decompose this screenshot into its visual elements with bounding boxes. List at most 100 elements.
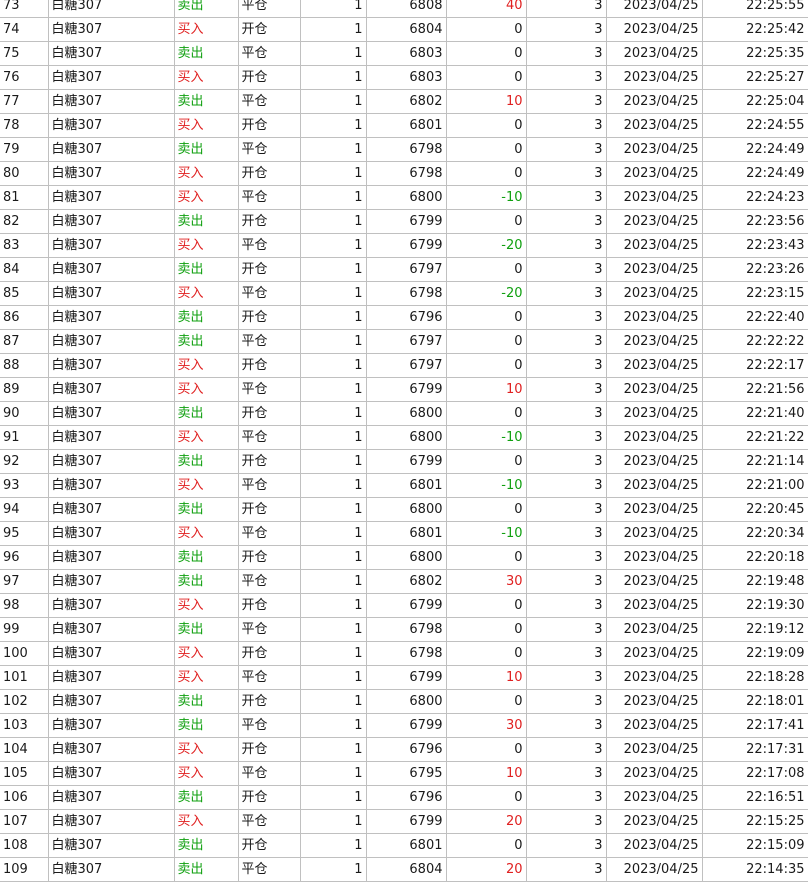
table-row[interactable]: 104 白糖307 买入 开仓 1 6796 0 3 2023/04/25 22… [0, 737, 808, 762]
table-row[interactable]: 84 白糖307 卖出 开仓 1 6797 0 3 2023/04/25 22:… [0, 257, 808, 282]
table-row[interactable]: 82 白糖307 卖出 开仓 1 6799 0 3 2023/04/25 22:… [0, 209, 808, 234]
table-row[interactable]: 100 白糖307 买入 开仓 1 6798 0 3 2023/04/25 22… [0, 641, 808, 666]
trade-records-grid[interactable]: 73 白糖307 卖出 平仓 1 6808 40 3 2023/04/25 22… [0, 0, 808, 882]
contract-name: 白糖307 [48, 281, 175, 306]
time-cell: 22:21:00 [702, 473, 808, 498]
table-row[interactable]: 102 白糖307 卖出 开仓 1 6800 0 3 2023/04/25 22… [0, 689, 808, 714]
date-cell: 2023/04/25 [606, 17, 703, 42]
profit-loss-cell: 0 [446, 617, 527, 642]
open-close-cell: 平仓 [238, 569, 301, 594]
table-row[interactable]: 103 白糖307 卖出 平仓 1 6799 30 3 2023/04/25 2… [0, 713, 808, 738]
row-index: 85 [0, 281, 49, 306]
contract-name: 白糖307 [48, 641, 175, 666]
volume-cell: 1 [300, 401, 367, 426]
contract-name: 白糖307 [48, 353, 175, 378]
contract-name: 白糖307 [48, 617, 175, 642]
row-index: 106 [0, 785, 49, 810]
volume-cell: 1 [300, 137, 367, 162]
direction-cell: 卖出 [174, 569, 239, 594]
table-row[interactable]: 105 白糖307 买入 平仓 1 6795 10 3 2023/04/25 2… [0, 761, 808, 786]
volume-cell: 1 [300, 569, 367, 594]
table-row[interactable]: 75 白糖307 卖出 平仓 1 6803 0 3 2023/04/25 22:… [0, 41, 808, 66]
table-row[interactable]: 76 白糖307 买入 开仓 1 6803 0 3 2023/04/25 22:… [0, 65, 808, 90]
volume-cell: 1 [300, 89, 367, 114]
open-close-cell: 平仓 [238, 473, 301, 498]
table-row[interactable]: 94 白糖307 卖出 开仓 1 6800 0 3 2023/04/25 22:… [0, 497, 808, 522]
open-close-cell: 平仓 [238, 89, 301, 114]
open-close-cell: 平仓 [238, 41, 301, 66]
volume-cell: 1 [300, 857, 367, 882]
direction-cell: 卖出 [174, 137, 239, 162]
volume-cell: 1 [300, 257, 367, 282]
direction-cell: 买入 [174, 521, 239, 546]
open-close-cell: 开仓 [238, 785, 301, 810]
direction-cell: 买入 [174, 17, 239, 42]
time-cell: 22:25:04 [702, 89, 808, 114]
date-cell: 2023/04/25 [606, 713, 703, 738]
table-row[interactable]: 99 白糖307 卖出 平仓 1 6798 0 3 2023/04/25 22:… [0, 617, 808, 642]
volume-cell: 1 [300, 761, 367, 786]
profit-loss-cell: 0 [446, 785, 527, 810]
table-row[interactable]: 91 白糖307 买入 平仓 1 6800 -10 3 2023/04/25 2… [0, 425, 808, 450]
price-cell: 6800 [366, 425, 447, 450]
fee-cell: 3 [526, 305, 607, 330]
table-row[interactable]: 87 白糖307 卖出 平仓 1 6797 0 3 2023/04/25 22:… [0, 329, 808, 354]
date-cell: 2023/04/25 [606, 665, 703, 690]
time-cell: 22:21:40 [702, 401, 808, 426]
fee-cell: 3 [526, 209, 607, 234]
fee-cell: 3 [526, 617, 607, 642]
date-cell: 2023/04/25 [606, 401, 703, 426]
table-row[interactable]: 107 白糖307 买入 平仓 1 6799 20 3 2023/04/25 2… [0, 809, 808, 834]
price-cell: 6803 [366, 41, 447, 66]
table-row[interactable]: 93 白糖307 买入 平仓 1 6801 -10 3 2023/04/25 2… [0, 473, 808, 498]
date-cell: 2023/04/25 [606, 233, 703, 258]
table-row[interactable]: 98 白糖307 买入 开仓 1 6799 0 3 2023/04/25 22:… [0, 593, 808, 618]
profit-loss-cell: 0 [446, 41, 527, 66]
profit-loss-cell: 0 [446, 113, 527, 138]
date-cell: 2023/04/25 [606, 857, 703, 882]
profit-loss-cell: 0 [446, 689, 527, 714]
table-row[interactable]: 92 白糖307 卖出 开仓 1 6799 0 3 2023/04/25 22:… [0, 449, 808, 474]
direction-cell: 卖出 [174, 257, 239, 282]
row-index: 74 [0, 17, 49, 42]
fee-cell: 3 [526, 809, 607, 834]
price-cell: 6800 [366, 185, 447, 210]
table-row[interactable]: 85 白糖307 买入 平仓 1 6798 -20 3 2023/04/25 2… [0, 281, 808, 306]
row-index: 84 [0, 257, 49, 282]
table-row[interactable]: 89 白糖307 买入 平仓 1 6799 10 3 2023/04/25 22… [0, 377, 808, 402]
open-close-cell: 平仓 [238, 521, 301, 546]
table-row[interactable]: 95 白糖307 买入 平仓 1 6801 -10 3 2023/04/25 2… [0, 521, 808, 546]
table-row[interactable]: 73 白糖307 卖出 平仓 1 6808 40 3 2023/04/25 22… [0, 0, 808, 18]
profit-loss-cell: -20 [446, 233, 527, 258]
table-row[interactable]: 77 白糖307 卖出 平仓 1 6802 10 3 2023/04/25 22… [0, 89, 808, 114]
table-row[interactable]: 109 白糖307 卖出 平仓 1 6804 20 3 2023/04/25 2… [0, 857, 808, 882]
contract-name: 白糖307 [48, 41, 175, 66]
trade-rows: 73 白糖307 卖出 平仓 1 6808 40 3 2023/04/25 22… [0, 0, 808, 882]
date-cell: 2023/04/25 [606, 161, 703, 186]
table-row[interactable]: 88 白糖307 买入 开仓 1 6797 0 3 2023/04/25 22:… [0, 353, 808, 378]
table-row[interactable]: 106 白糖307 卖出 开仓 1 6796 0 3 2023/04/25 22… [0, 785, 808, 810]
time-cell: 22:23:26 [702, 257, 808, 282]
table-row[interactable]: 81 白糖307 买入 平仓 1 6800 -10 3 2023/04/25 2… [0, 185, 808, 210]
table-row[interactable]: 78 白糖307 买入 开仓 1 6801 0 3 2023/04/25 22:… [0, 113, 808, 138]
row-index: 79 [0, 137, 49, 162]
row-index: 94 [0, 497, 49, 522]
price-cell: 6796 [366, 305, 447, 330]
fee-cell: 3 [526, 425, 607, 450]
table-row[interactable]: 83 白糖307 买入 平仓 1 6799 -20 3 2023/04/25 2… [0, 233, 808, 258]
table-row[interactable]: 101 白糖307 买入 平仓 1 6799 10 3 2023/04/25 2… [0, 665, 808, 690]
table-row[interactable]: 108 白糖307 卖出 开仓 1 6801 0 3 2023/04/25 22… [0, 833, 808, 858]
table-row[interactable]: 90 白糖307 卖出 开仓 1 6800 0 3 2023/04/25 22:… [0, 401, 808, 426]
direction-cell: 卖出 [174, 305, 239, 330]
row-index: 88 [0, 353, 49, 378]
table-row[interactable]: 97 白糖307 卖出 平仓 1 6802 30 3 2023/04/25 22… [0, 569, 808, 594]
fee-cell: 3 [526, 281, 607, 306]
table-row[interactable]: 80 白糖307 买入 开仓 1 6798 0 3 2023/04/25 22:… [0, 161, 808, 186]
direction-cell: 买入 [174, 377, 239, 402]
table-row[interactable]: 96 白糖307 卖出 开仓 1 6800 0 3 2023/04/25 22:… [0, 545, 808, 570]
volume-cell: 1 [300, 17, 367, 42]
table-row[interactable]: 79 白糖307 卖出 平仓 1 6798 0 3 2023/04/25 22:… [0, 137, 808, 162]
table-row[interactable]: 74 白糖307 买入 开仓 1 6804 0 3 2023/04/25 22:… [0, 17, 808, 42]
direction-cell: 卖出 [174, 785, 239, 810]
table-row[interactable]: 86 白糖307 卖出 开仓 1 6796 0 3 2023/04/25 22:… [0, 305, 808, 330]
